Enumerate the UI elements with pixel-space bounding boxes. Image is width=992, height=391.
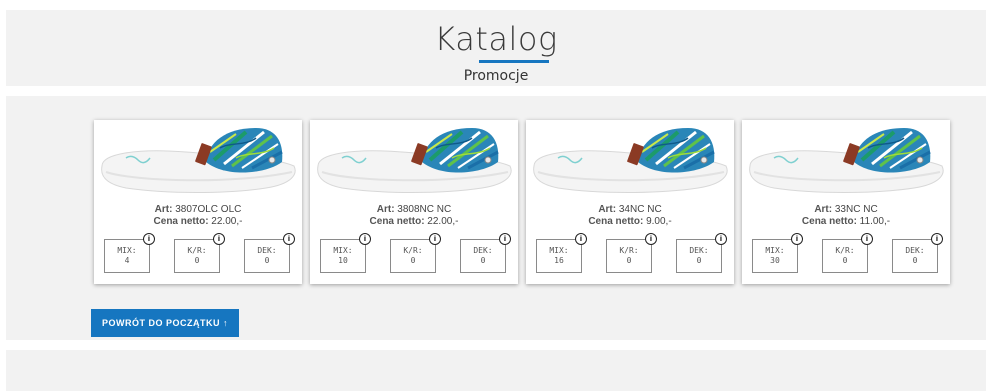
product-price: Cena netto: 22.00,-: [369, 216, 459, 227]
product-price: Cena netto: 22.00,-: [153, 216, 243, 227]
dek-field[interactable]: DEK: 0 i: [460, 233, 511, 273]
title-underline: [479, 60, 549, 63]
info-icon[interactable]: i: [931, 233, 943, 245]
kr-field[interactable]: K/R: 0 i: [606, 233, 657, 273]
dek-field[interactable]: DEK: 0 i: [892, 233, 943, 273]
product-card[interactable]: Art: 33NC NC Cena netto: 11.00,- MIX: 30 i…: [742, 120, 950, 284]
product-art: Art: 33NC NC: [814, 204, 878, 215]
page-title: Katalog: [434, 20, 558, 58]
header-band: Katalog Promocje: [6, 10, 986, 86]
mix-field[interactable]: MIX: 16 i: [536, 233, 587, 273]
info-icon[interactable]: i: [575, 233, 587, 245]
product-card[interactable]: Art: 34NC NC Cena netto: 9.00,- MIX: 16 i …: [526, 120, 734, 284]
info-icon[interactable]: i: [645, 233, 657, 245]
dek-field[interactable]: DEK: 0 i: [244, 233, 295, 273]
info-icon[interactable]: i: [429, 233, 441, 245]
sandal-image[interactable]: [96, 122, 300, 200]
info-icon[interactable]: i: [359, 233, 371, 245]
dek-field[interactable]: DEK: 0 i: [676, 233, 727, 273]
product-price: Cena netto: 9.00,-: [588, 216, 672, 227]
mix-field[interactable]: MIX: 30 i: [752, 233, 803, 273]
sandal-image[interactable]: [528, 122, 732, 200]
info-icon[interactable]: i: [213, 233, 225, 245]
info-icon[interactable]: i: [861, 233, 873, 245]
sandal-image[interactable]: [744, 122, 948, 200]
sandal-image[interactable]: [312, 122, 516, 200]
mix-field[interactable]: MIX: 10 i: [320, 233, 371, 273]
product-art: Art: 3807OLC OLC: [154, 204, 242, 215]
kr-field[interactable]: K/R: 0 i: [174, 233, 225, 273]
product-grid: Art: 3807OLC OLC Cena netto: 22.00,- MIX…: [94, 120, 950, 285]
page-subtitle: Promocje: [463, 68, 529, 84]
product-price: Cena netto: 11.00,-: [801, 216, 891, 227]
kr-field[interactable]: K/R: 0 i: [822, 233, 873, 273]
info-icon[interactable]: i: [283, 233, 295, 245]
info-icon[interactable]: i: [499, 233, 511, 245]
kr-field[interactable]: K/R: 0 i: [390, 233, 441, 273]
product-card[interactable]: Art: 3808NC NC Cena netto: 22.00,- MIX: 1…: [310, 120, 518, 284]
product-card[interactable]: Art: 3807OLC OLC Cena netto: 22.00,- MIX…: [94, 120, 302, 284]
info-icon[interactable]: i: [143, 233, 155, 245]
back-to-top-button[interactable]: POWRÓT DO POCZĄTKU ↑: [91, 309, 239, 337]
product-art: Art: 34NC NC: [598, 204, 662, 215]
mix-field[interactable]: MIX: 4 i: [104, 233, 155, 273]
product-art: Art: 3808NC NC: [376, 204, 452, 215]
info-icon[interactable]: i: [791, 233, 803, 245]
info-icon[interactable]: i: [715, 233, 727, 245]
footer-band: [6, 350, 986, 391]
